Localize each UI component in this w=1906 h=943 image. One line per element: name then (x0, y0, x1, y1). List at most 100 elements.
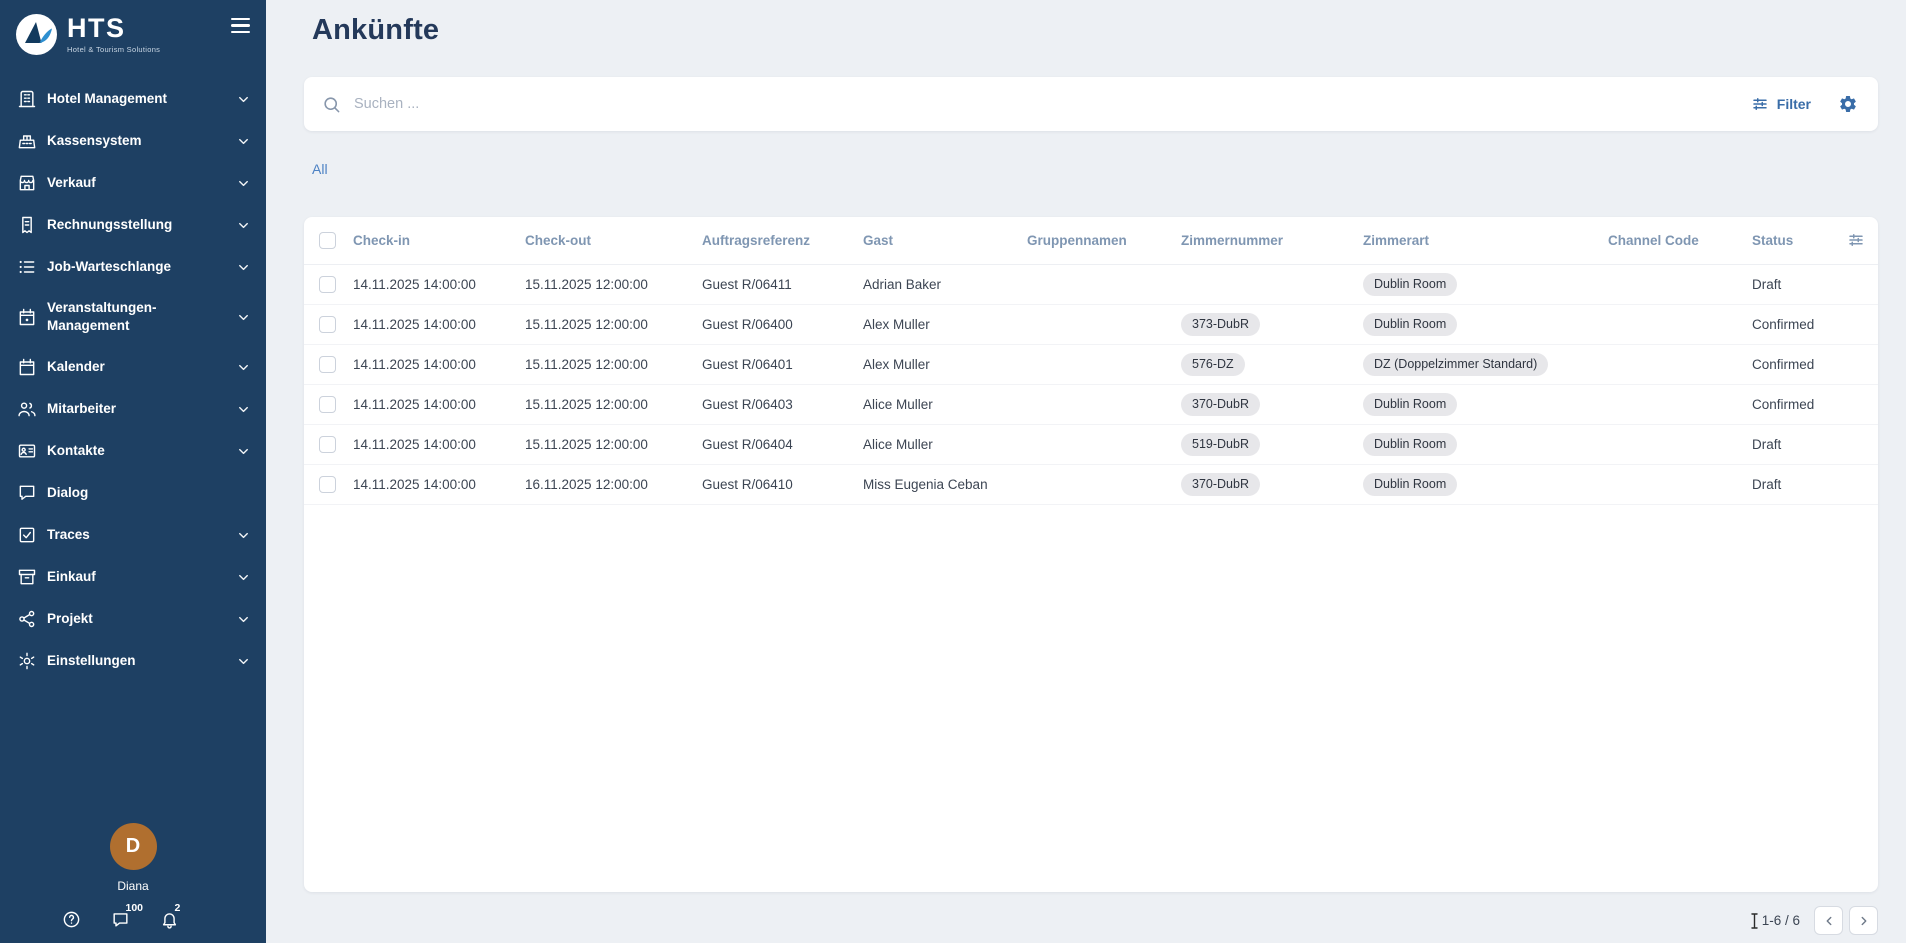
sidebar-item-projekt[interactable]: Projekt (0, 598, 266, 640)
sidebar-item-kalender[interactable]: Kalender (0, 346, 266, 388)
cell-status: Confirmed (1752, 344, 1847, 384)
column-header-check-out[interactable]: Check-out (525, 217, 702, 264)
column-header-status[interactable]: Status (1752, 217, 1847, 264)
cell-gast: Adrian Baker (863, 264, 1027, 304)
cell-status: Draft (1752, 264, 1847, 304)
cell-actions (1847, 424, 1878, 464)
chevron-down-icon (236, 654, 251, 669)
page-title: Ankünfte (312, 14, 1878, 47)
cell-check-in: 14.11.2025 14:00:00 (353, 264, 525, 304)
sidebar-item-label: Rechnungsstellung (47, 216, 226, 234)
select-all-checkbox[interactable] (319, 232, 336, 249)
cell-gruppennamen (1027, 384, 1181, 424)
table-settings-button[interactable] (1838, 94, 1858, 114)
column-settings-button[interactable] (1847, 217, 1878, 264)
prev-page-button[interactable] (1814, 906, 1843, 935)
gear-icon (1838, 94, 1858, 114)
table-row[interactable]: 14.11.2025 14:00:00 15.11.2025 12:00:00 … (304, 384, 1878, 424)
sidebar-item-verkauf[interactable]: Verkauf (0, 162, 266, 204)
table-row[interactable]: 14.11.2025 14:00:00 15.11.2025 12:00:00 … (304, 264, 1878, 304)
hotel-icon (17, 89, 37, 109)
column-header-channel-code[interactable]: Channel Code (1608, 217, 1752, 264)
sidebar-footer-icons: 100 2 (62, 910, 205, 929)
column-header-check-in[interactable]: Check-in (353, 217, 525, 264)
cell-check-out: 15.11.2025 12:00:00 (525, 344, 702, 384)
cell-check-in: 14.11.2025 14:00:00 (353, 344, 525, 384)
help-button[interactable] (62, 910, 81, 929)
column-header-zimmerart[interactable]: Zimmerart (1363, 217, 1608, 264)
room-type-chip: Dublin Room (1363, 313, 1457, 336)
cell-auftragsreferenz: Guest R/06411 (702, 264, 863, 304)
row-checkbox[interactable] (319, 396, 336, 413)
messages-button[interactable]: 100 (111, 910, 130, 929)
logo-icon (15, 13, 58, 56)
column-header-gast[interactable]: Gast (863, 217, 1027, 264)
row-checkbox[interactable] (319, 356, 336, 373)
app-window: HTS Hotel & Tourism Solutions Hotel Mana… (0, 0, 1906, 943)
filter-sliders-icon (1751, 95, 1769, 113)
sidebar-item-job-warteschlange[interactable]: Job-Warteschlange (0, 246, 266, 288)
row-checkbox[interactable] (319, 316, 336, 333)
sidebar-item-label: Kontakte (47, 442, 226, 460)
avatar[interactable]: D (110, 823, 157, 870)
search-input[interactable] (354, 96, 1751, 112)
cell-check-in: 14.11.2025 14:00:00 (353, 304, 525, 344)
tab-all[interactable]: All (312, 161, 328, 177)
sidebar-item-label: Hotel Management (47, 90, 226, 108)
row-checkbox[interactable] (319, 476, 336, 493)
column-header-zimmernummer[interactable]: Zimmernummer (1181, 217, 1363, 264)
sidebar-item-hotel-management[interactable]: Hotel Management (0, 78, 266, 120)
cell-gruppennamen (1027, 264, 1181, 304)
room-number-chip: 576-DZ (1181, 353, 1245, 376)
cash-register-icon (17, 131, 37, 151)
cell-check-out: 15.11.2025 12:00:00 (525, 304, 702, 344)
notifications-button[interactable]: 2 (160, 910, 179, 929)
cell-channel-code (1608, 264, 1752, 304)
cell-gast: Alice Muller (863, 384, 1027, 424)
sidebar-item-kontakte[interactable]: Kontakte (0, 430, 266, 472)
filter-button[interactable]: Filter (1751, 95, 1811, 113)
next-page-button[interactable] (1849, 906, 1878, 935)
archive-icon (17, 567, 37, 587)
logo-text: HTS Hotel & Tourism Solutions (67, 15, 160, 54)
sidebar-item-traces[interactable]: Traces (0, 514, 266, 556)
sidebar-item-label: Kassensystem (47, 132, 226, 150)
cell-gast: Miss Eugenia Ceban (863, 464, 1027, 504)
sidebar-item-einkauf[interactable]: Einkauf (0, 556, 266, 598)
help-icon (62, 910, 81, 929)
cell-gruppennamen (1027, 304, 1181, 344)
room-type-chip: Dublin Room (1363, 393, 1457, 416)
sidebar-item-kassensystem[interactable]: Kassensystem (0, 120, 266, 162)
sidebar-header: HTS Hotel & Tourism Solutions (0, 0, 266, 64)
cell-gast: Alex Muller (863, 304, 1027, 344)
cell-auftragsreferenz: Guest R/06401 (702, 344, 863, 384)
menu-toggle-button[interactable] (226, 18, 250, 33)
chevron-down-icon (236, 134, 251, 149)
chevron-down-icon (236, 360, 251, 375)
column-header-auftragsreferenz[interactable]: Auftragsreferenz (702, 217, 863, 264)
sidebar-item-mitarbeiter[interactable]: Mitarbeiter (0, 388, 266, 430)
pagination-range: 1-6 / 6 (1750, 912, 1800, 930)
cell-channel-code (1608, 344, 1752, 384)
sidebar: HTS Hotel & Tourism Solutions Hotel Mana… (0, 0, 266, 943)
cell-status: Confirmed (1752, 384, 1847, 424)
column-header-gruppennamen[interactable]: Gruppennamen (1027, 217, 1181, 264)
table-row[interactable]: 14.11.2025 14:00:00 16.11.2025 12:00:00 … (304, 464, 1878, 504)
app-logo[interactable]: HTS Hotel & Tourism Solutions (15, 13, 160, 56)
table-row[interactable]: 14.11.2025 14:00:00 15.11.2025 12:00:00 … (304, 304, 1878, 344)
arrivals-table: Check-in Check-out Auftragsreferenz Gast… (304, 217, 1878, 505)
sidebar-item-label: Job-Warteschlange (47, 258, 226, 276)
sidebar-item-rechnungsstellung[interactable]: Rechnungsstellung (0, 204, 266, 246)
table-row[interactable]: 14.11.2025 14:00:00 15.11.2025 12:00:00 … (304, 424, 1878, 464)
cell-auftragsreferenz: Guest R/06400 (702, 304, 863, 344)
sidebar-item-dialog[interactable]: Dialog (0, 472, 266, 514)
table-row[interactable]: 14.11.2025 14:00:00 15.11.2025 12:00:00 … (304, 344, 1878, 384)
cell-check-out: 15.11.2025 12:00:00 (525, 384, 702, 424)
cell-gruppennamen (1027, 464, 1181, 504)
sidebar-item-veranstaltungen-management[interactable]: Veranstaltungen-Management (0, 288, 266, 346)
user-name: Diana (117, 879, 148, 893)
row-checkbox[interactable] (319, 436, 336, 453)
sidebar-item-label: Projekt (47, 610, 226, 628)
sidebar-item-einstellungen[interactable]: Einstellungen (0, 640, 266, 682)
row-checkbox[interactable] (319, 276, 336, 293)
